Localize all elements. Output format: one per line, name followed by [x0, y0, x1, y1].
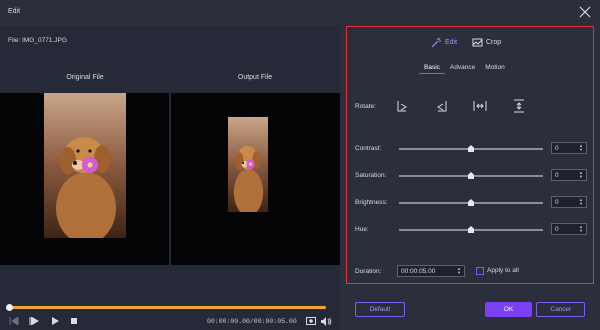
- flip-vertical-icon[interactable]: [512, 99, 526, 113]
- original-preview: [0, 93, 169, 265]
- output-file-title: Output File: [237, 74, 273, 81]
- edit-panel: Edit Crop Basic Advance Motion Rotate: C…: [346, 26, 594, 284]
- tab-motion[interactable]: Motion: [480, 62, 510, 74]
- timecode: 00:00:00.00/00:00:05.00: [207, 318, 297, 325]
- stepper-arrows-icon[interactable]: ▲ ▼: [579, 225, 583, 233]
- sub-tab-bar: Basic Advance Motion: [419, 62, 510, 74]
- contrast-label: Contrast:: [355, 145, 382, 152]
- play-next-icon[interactable]: [49, 316, 61, 326]
- hue-slider-handle[interactable]: [468, 226, 474, 233]
- magic-wand-icon: [431, 38, 441, 48]
- tab-advance[interactable]: Advance: [445, 62, 480, 74]
- stop-icon[interactable]: [68, 316, 80, 326]
- stepper-arrows-icon[interactable]: ▲ ▼: [579, 198, 583, 206]
- rotate-label: Rotate:: [355, 103, 376, 110]
- title-bar: Edit: [0, 0, 600, 26]
- brightness-slider[interactable]: [399, 199, 543, 206]
- snapshot-icon[interactable]: [305, 316, 317, 326]
- output-preview: [171, 93, 340, 265]
- brightness-value: 0: [555, 198, 559, 206]
- output-photo: [228, 117, 268, 212]
- duration-label: Duration:: [355, 268, 382, 275]
- contrast-slider[interactable]: [399, 145, 543, 152]
- close-icon[interactable]: [578, 5, 592, 19]
- original-photo: [44, 93, 126, 238]
- stepper-arrows-icon[interactable]: ▲ ▼: [579, 144, 583, 152]
- progress-fill: [8, 306, 326, 309]
- volume-icon[interactable]: [320, 316, 332, 326]
- tab-crop-label: Crop: [486, 39, 502, 46]
- hue-stepper[interactable]: 0 ▲ ▼: [551, 223, 587, 235]
- crop-icon: [472, 38, 483, 47]
- saturation-stepper[interactable]: 0 ▲ ▼: [551, 169, 587, 181]
- saturation-slider-handle[interactable]: [468, 172, 474, 179]
- tab-edit[interactable]: Edit: [431, 37, 457, 48]
- saturation-slider[interactable]: [399, 172, 543, 179]
- brightness-stepper[interactable]: 0 ▲ ▼: [551, 196, 587, 208]
- rotate-left-icon[interactable]: [435, 99, 449, 113]
- rotate-right-icon[interactable]: [395, 99, 409, 113]
- previous-icon[interactable]: [8, 316, 20, 326]
- preview-area: File: IMG_0771.JPG Original File Output …: [0, 26, 340, 330]
- default-button[interactable]: Default: [355, 302, 405, 317]
- window-title: Edit: [8, 8, 21, 15]
- saturation-label: Saturation:: [355, 172, 387, 179]
- contrast-stepper[interactable]: 0 ▲ ▼: [551, 142, 587, 154]
- stepper-arrows-icon[interactable]: ▲ ▼: [457, 267, 461, 275]
- hue-slider[interactable]: [399, 226, 543, 233]
- contrast-slider-handle[interactable]: [468, 145, 474, 152]
- play-icon[interactable]: [28, 316, 40, 326]
- file-name-label: File: IMG_0771.JPG: [8, 37, 67, 44]
- original-file-title: Original File: [66, 74, 104, 81]
- apply-to-all-checkbox[interactable]: [476, 267, 484, 275]
- hue-value: 0: [555, 225, 559, 233]
- edit-window: Edit File: IMG_0771.JPG Original File Ou…: [0, 0, 600, 330]
- contrast-value: 0: [555, 144, 559, 152]
- tab-basic[interactable]: Basic: [419, 62, 445, 74]
- apply-to-all-label: Apply to all: [487, 267, 519, 274]
- tab-edit-label: Edit: [445, 39, 458, 46]
- progress-bar[interactable]: [6, 304, 326, 311]
- brightness-label: Brightness:: [355, 199, 388, 206]
- cancel-button[interactable]: Cancel: [536, 302, 585, 317]
- progress-handle[interactable]: [6, 304, 13, 311]
- duration-stepper[interactable]: 00:00:05.00 ▲ ▼: [397, 265, 465, 277]
- ok-button[interactable]: OK: [485, 302, 532, 317]
- brightness-slider-handle[interactable]: [468, 199, 474, 206]
- saturation-value: 0: [555, 171, 559, 179]
- hue-label: Hue:: [355, 226, 369, 233]
- stepper-arrows-icon[interactable]: ▲ ▼: [579, 171, 583, 179]
- flip-horizontal-icon[interactable]: [473, 99, 487, 113]
- duration-value: 00:00:05.00: [401, 267, 436, 275]
- tab-crop[interactable]: Crop: [472, 37, 501, 48]
